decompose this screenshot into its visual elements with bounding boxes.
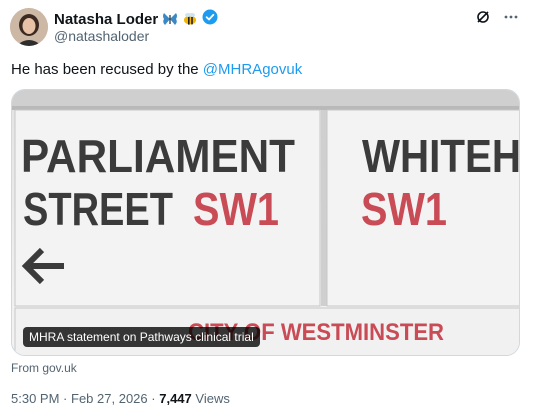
tweet-text-body: He has been recused by the — [11, 61, 203, 78]
link-card[interactable]: PARLIAMENT STREET SW1 WHITEH SW1 CITY OF… — [11, 89, 520, 356]
top-actions — [475, 9, 519, 30]
sign-text-parliament: PARLIAMENT — [21, 130, 295, 182]
tweet-meta: 5:30 PM · Feb 27, 2026 · 7,447 Views — [11, 391, 230, 406]
verified-icon[interactable] — [202, 9, 218, 30]
avatar-image — [10, 8, 48, 46]
meta-separator: · — [151, 391, 156, 406]
avatar[interactable] — [10, 8, 48, 46]
tweet-text: He has been recused by the @MHRAgovuk — [11, 61, 302, 78]
sign-text-sw1-right: SW1 — [361, 183, 447, 235]
author-row: Natasha Loder — [54, 9, 218, 30]
butterfly-icon — [162, 12, 178, 28]
author-handle[interactable]: @natashaloder — [54, 28, 149, 44]
mention-link[interactable]: @MHRAgovuk — [203, 61, 302, 78]
author-name[interactable]: Natasha Loder — [54, 11, 158, 28]
sign-text-street: STREET — [23, 183, 173, 235]
card-title[interactable]: MHRA statement on Pathways clinical tria… — [23, 327, 260, 347]
tweet-time[interactable]: 5:30 PM — [11, 391, 59, 406]
card-image: PARLIAMENT STREET SW1 WHITEH SW1 CITY OF… — [12, 90, 520, 355]
tweet-date[interactable]: Feb 27, 2026 — [71, 391, 148, 406]
more-options-icon[interactable] — [503, 9, 519, 30]
views-count: 7,447 — [159, 391, 192, 406]
bee-icon — [182, 12, 198, 28]
meta-separator: · — [63, 391, 68, 406]
sign-text-whitehall: WHITEH — [362, 130, 520, 182]
grok-icon[interactable] — [475, 9, 491, 30]
card-source[interactable]: From gov.uk — [11, 361, 77, 375]
views-label: Views — [195, 391, 230, 406]
sign-text-sw1-left: SW1 — [193, 183, 279, 235]
